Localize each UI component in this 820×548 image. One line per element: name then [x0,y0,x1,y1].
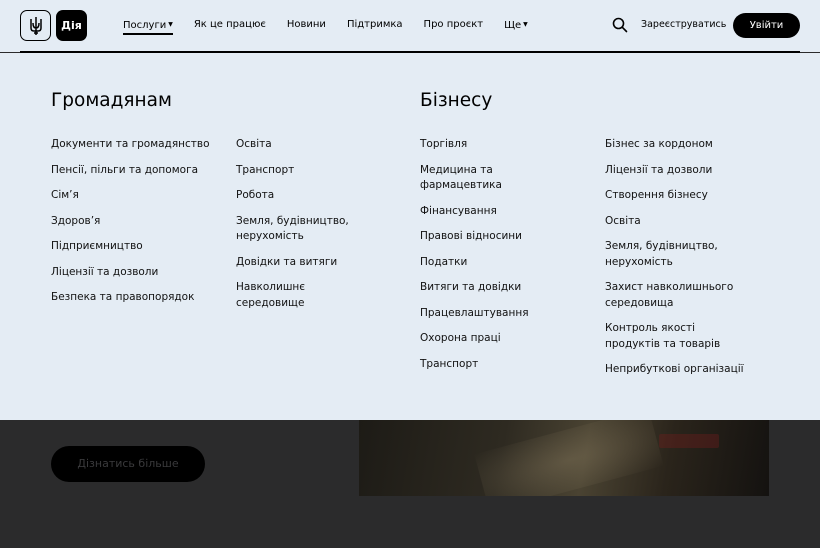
caret-down-icon: ▼ [168,21,173,28]
menu-link[interactable]: Працевлаштування [420,306,550,322]
business-col-1: Торгівля Медицина та фармацевтика Фінанс… [420,137,550,382]
caret-down-icon: ▼ [523,21,528,28]
citizens-title: Громадянам [51,90,172,111]
menu-link[interactable]: Освіта [605,214,755,230]
register-link[interactable]: Зареєструватись [641,0,726,52]
menu-link[interactable]: Ліцензії та дозволи [51,265,211,281]
nav-item-news[interactable]: Новини [287,0,326,52]
business-title: Бізнесу [420,90,493,111]
menu-link[interactable]: Безпека та правопорядок [51,290,221,306]
nav-item-services[interactable]: Послуги ▼ [123,0,173,52]
nav-label: Як це працює [193,19,266,30]
menu-link[interactable]: Освіта [236,137,371,153]
menu-link[interactable]: Захист навколишнього середовища [605,280,745,311]
menu-link[interactable]: Документи та громадянство [51,137,211,153]
menu-link[interactable]: Контроль якості продуктів та товарів [605,321,735,352]
menu-link[interactable]: Охорона праці [420,331,550,347]
citizens-col-2: Освіта Транспорт Робота Земля, будівницт… [236,137,371,321]
menu-link[interactable]: Довідки та витяги [236,255,371,271]
nav-item-about[interactable]: Про проєкт [424,0,484,52]
menu-link[interactable]: Транспорт [236,163,371,179]
menu-link[interactable]: Земля, будівництво, нерухомість [236,214,371,245]
nav-item-support[interactable]: Підтримка [347,0,403,52]
menu-link[interactable]: Здоров’я [51,214,211,230]
menu-link[interactable]: Транспорт [420,357,550,373]
menu-link[interactable]: Робота [236,188,371,204]
menu-link[interactable]: Неприбуткові організації [605,362,755,378]
menu-link[interactable]: Правові відносини [420,229,550,245]
services-mega-menu: Громадянам Бізнесу Документи та громадян… [0,53,820,420]
menu-link[interactable]: Пенсії, пільги та допомога [51,163,221,179]
trident-logo-icon[interactable] [20,10,51,41]
learn-more-button[interactable]: Дізнатись більше [51,446,205,482]
menu-link[interactable]: Медицина та фармацевтика [420,163,525,194]
nav-label: Послуги [123,20,167,31]
hero-image [359,420,769,496]
trident-icon [29,16,42,35]
nav-label: Про проєкт [423,19,484,30]
site-header: Дія Послуги ▼ Як це працює Новини Підтрим… [0,0,820,53]
nav-item-how-it-works[interactable]: Як це працює [194,0,266,52]
diia-logo[interactable]: Дія [56,10,87,41]
login-button[interactable]: Увійти [733,13,800,38]
menu-link[interactable]: Земля, будівництво, нерухомість [605,239,740,270]
image-detail [659,434,719,448]
nav-item-more[interactable]: Ще ▼ [504,0,528,52]
nav-label: Новини [286,19,326,30]
menu-link[interactable]: Підприємництво [51,239,211,255]
main-nav: Послуги ▼ Як це працює Новини Підтримка П… [123,0,549,52]
menu-link[interactable]: Ліцензії та дозволи [605,163,755,179]
menu-link[interactable]: Навколишнє середовище [236,280,326,311]
citizens-col-1: Документи та громадянство Пенсії, пільги… [51,137,211,316]
menu-link[interactable]: Фінансування [420,204,550,220]
business-col-2: Бізнес за кордоном Ліцензії та дозволи С… [605,137,755,388]
image-highlight [474,420,664,496]
search-icon[interactable] [612,17,628,33]
menu-link[interactable]: Бізнес за кордоном [605,137,755,153]
nav-label: Підтримка [346,19,403,30]
menu-link[interactable]: Витяги та довідки [420,280,550,296]
nav-label: Ще [504,20,522,31]
menu-link[interactable]: Податки [420,255,550,271]
menu-link[interactable]: Сім’я [51,188,211,204]
menu-link[interactable]: Торгівля [420,137,550,153]
menu-link[interactable]: Створення бізнесу [605,188,755,204]
